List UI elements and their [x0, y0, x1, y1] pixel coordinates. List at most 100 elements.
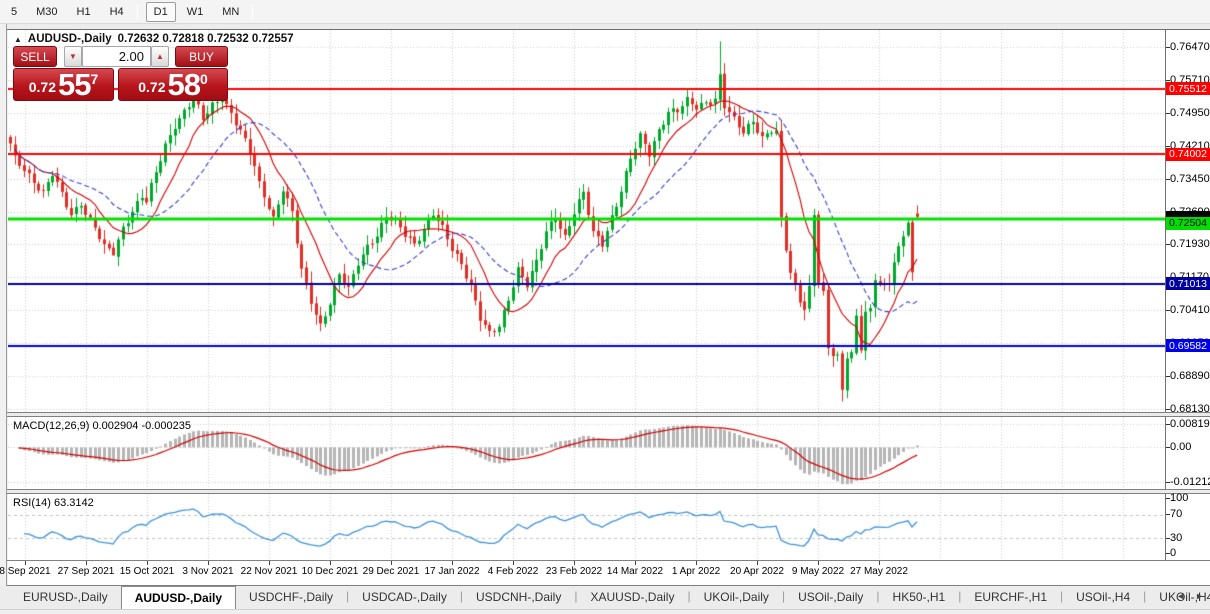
macd-axis-tick	[1166, 424, 1170, 425]
date-label: 29 Dec 2021	[362, 566, 420, 577]
collapse-chart-icon[interactable]: ▲	[14, 35, 22, 44]
sell-price-button[interactable]: 0.72 55 7	[13, 68, 114, 101]
price-axis-label: 0.70410	[1170, 304, 1210, 317]
chart-tab-usdcnh-daily[interactable]: USDCNH-,Daily	[463, 586, 574, 609]
date-label: 3 Nov 2021	[182, 566, 234, 577]
price-axis-label: 0.73450	[1170, 172, 1210, 185]
rsi-axis-tick	[1166, 553, 1170, 554]
chart-symbol-label: AUDUSD-,Daily	[27, 33, 112, 45]
buy-price-big: 58	[167, 67, 200, 102]
macd-signal-value: -0.000235	[141, 420, 191, 432]
price-axis-tick	[1166, 112, 1170, 114]
chart-tab-eurusd-daily[interactable]: EURUSD-,Daily	[10, 586, 121, 609]
chart-title: ▲ AUDUSD-,Daily 0.72632 0.72818 0.72532 …	[14, 32, 294, 46]
chart-tab-xauusd-daily[interactable]: XAUUSD-,Daily	[577, 586, 687, 609]
macd-name: MACD(12,26,9)	[13, 420, 90, 432]
chart-tab-hk50-h1[interactable]: HK50-,H1	[880, 586, 959, 609]
price-axis-label: 0.76470	[1170, 41, 1210, 53]
date-tick	[391, 561, 392, 565]
macd-axis-label: 0.00	[1170, 441, 1192, 453]
timeframe-toolbar: 5 M30 H1 H4 D1 W1 MN	[0, 0, 1210, 24]
chart-tab-usoil-h4[interactable]: USOil-,H4	[1063, 586, 1143, 609]
volume-input[interactable]	[82, 46, 151, 67]
rsi-label: RSI(14) 63.3142	[13, 497, 94, 509]
buy-price-button[interactable]: 0.72 58 0	[118, 68, 228, 101]
arrow-up-icon: ▲	[156, 52, 164, 61]
price-axis-tick	[1166, 145, 1170, 147]
timeframe-button-w1[interactable]: W1	[179, 2, 212, 22]
date-tick	[208, 561, 209, 565]
chart-tab-usdcad-daily[interactable]: USDCAD-,Daily	[349, 586, 460, 609]
rsi-panel-canvas[interactable]	[8, 494, 1165, 560]
price-axis-label: 0.74950	[1170, 106, 1210, 119]
macd-axis-label: 0.008197	[1170, 418, 1210, 430]
date-label: 22 Nov 2021	[240, 566, 298, 577]
timeframe-button-mn[interactable]: MN	[214, 2, 247, 22]
macd-axis-tick	[1166, 447, 1170, 448]
date-label: 17 Jan 2022	[424, 566, 480, 577]
date-tick	[879, 561, 880, 565]
macd-main-value: 0.002904	[92, 420, 139, 432]
chart-tab-usdchf-daily[interactable]: USDCHF-,Daily	[236, 586, 346, 609]
price-level-badge: 0.71013	[1166, 277, 1210, 291]
chart-tab-audusd-daily[interactable]: AUDUSD-,Daily	[120, 586, 237, 609]
tab-scroll-arrows: ◄ ►	[1176, 591, 1204, 601]
date-label: 1 Apr 2022	[671, 566, 721, 577]
price-level-badge: 0.72504	[1166, 216, 1210, 230]
macd-axis-tick	[1166, 482, 1170, 483]
rsi-splitter[interactable]	[7, 489, 1210, 494]
date-tick	[452, 561, 453, 565]
date-tick	[635, 561, 636, 565]
date-tick	[696, 561, 697, 565]
price-axis-tick	[1166, 178, 1170, 180]
date-tick	[574, 561, 575, 565]
one-click-trading-panel: SELL ▼ ▲ BUY 0.72 55 7 0.72 58 0	[13, 46, 228, 101]
rsi-axis-label: 30	[1170, 532, 1183, 544]
rsi-axis-label: 0	[1170, 547, 1177, 559]
symbol-tab-bar: EURUSD-,Daily AUDUSD-,Daily USDCHF-,Daily |…	[0, 586, 1210, 610]
price-axis-label: 0.68890	[1170, 370, 1210, 382]
timeframe-button-h4[interactable]: H4	[102, 2, 132, 22]
toolbar-separator	[252, 3, 254, 20]
tab-scroll-left-icon[interactable]: ◄	[1176, 591, 1185, 601]
timeframe-button-h1[interactable]: H1	[69, 2, 99, 22]
price-level-badge: 0.74002	[1166, 147, 1210, 161]
date-tick	[86, 561, 87, 565]
date-label: 9 May 2022	[791, 566, 845, 577]
sell-button[interactable]: SELL	[13, 46, 57, 67]
timeframe-button-d1[interactable]: D1	[145, 1, 176, 22]
date-label: 27 May 2022	[850, 566, 908, 577]
buy-button[interactable]: BUY	[175, 46, 228, 67]
chart-tab-usoil-daily[interactable]: USOil-,Daily	[785, 586, 876, 609]
date-label: 4 Feb 2022	[487, 566, 539, 577]
rsi-axis-label: 100	[1170, 492, 1189, 504]
chart-tab-eurchf-h1[interactable]: EURCHF-,H1	[961, 586, 1060, 609]
timeframe-button-m30[interactable]: M30	[28, 2, 65, 22]
date-tick	[147, 561, 148, 565]
price-axis-tick	[1166, 79, 1170, 81]
timeframe-button-5[interactable]: 5	[3, 2, 25, 22]
price-axis-label: 0.68130	[1170, 402, 1210, 415]
date-label: 23 Feb 2022	[545, 566, 603, 577]
macd-axis-label: -0.012121	[1170, 476, 1210, 488]
date-tick	[330, 561, 331, 565]
volume-decrease-button[interactable]: ▼	[64, 46, 82, 67]
sell-price-base: 0.72	[28, 79, 56, 95]
sell-price-pip: 7	[90, 71, 99, 87]
macd-splitter[interactable]	[7, 412, 1210, 417]
status-strip	[0, 610, 1210, 614]
chart-tab-ukoil-daily[interactable]: UKOil-,Daily	[691, 586, 782, 609]
macd-label: MACD(12,26,9) 0.002904 -0.000235	[13, 420, 191, 432]
rsi-axis-label: 70	[1170, 508, 1183, 520]
date-tick	[25, 561, 26, 565]
price-axis-tick	[1166, 310, 1170, 312]
rsi-axis-tick	[1166, 514, 1170, 515]
arrow-down-icon: ▼	[69, 52, 77, 61]
current-price-marker	[1166, 211, 1210, 218]
toolbar-separator	[136, 3, 138, 20]
tab-scroll-right-icon[interactable]: ►	[1195, 591, 1204, 601]
date-tick	[513, 561, 514, 565]
buy-price-pip: 0	[199, 71, 208, 87]
volume-increase-button[interactable]: ▲	[151, 46, 169, 67]
price-axis-tick	[1166, 244, 1170, 246]
